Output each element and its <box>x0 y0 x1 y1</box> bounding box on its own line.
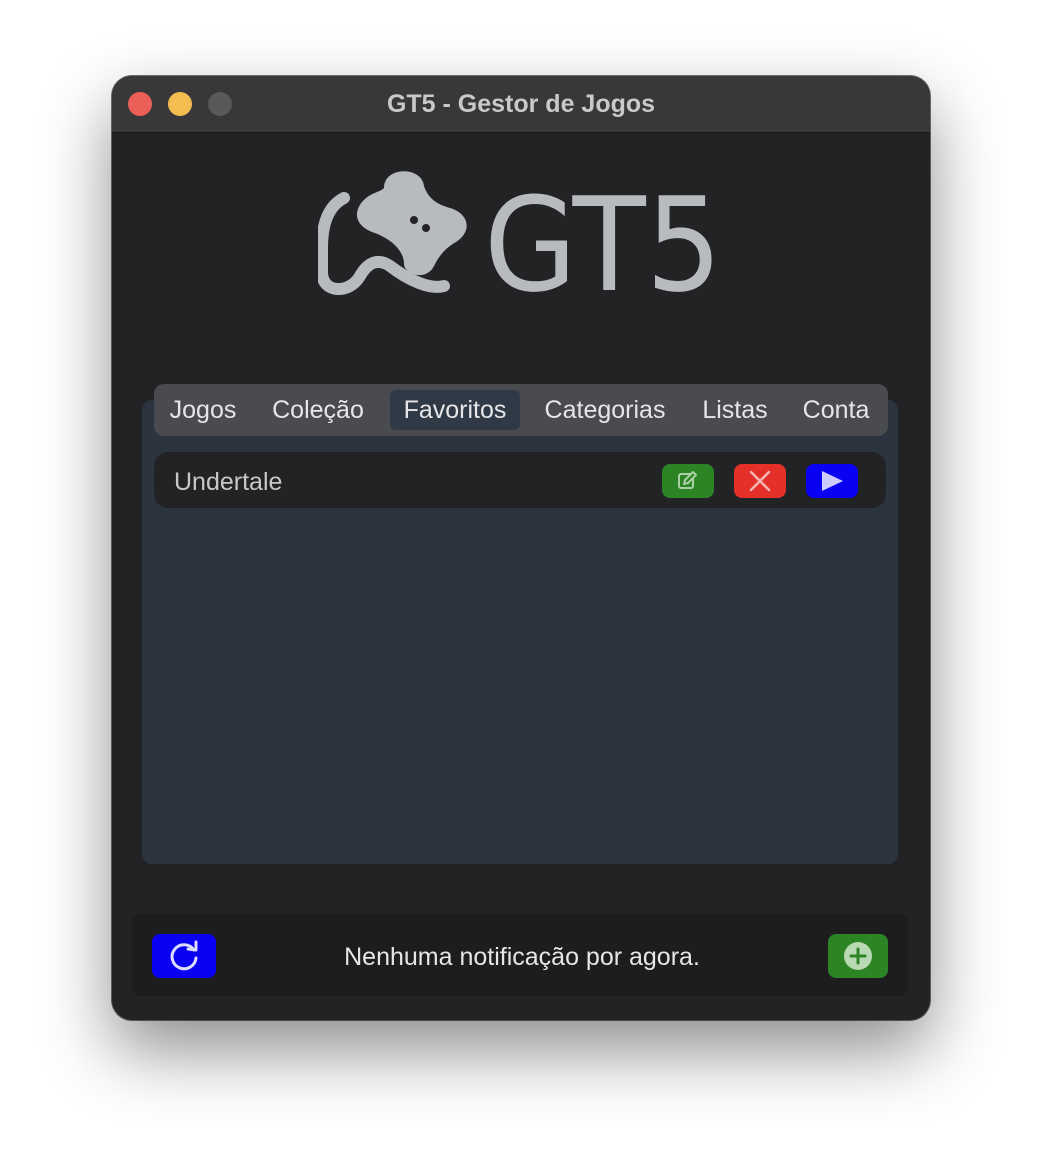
tab-colecao[interactable]: Coleção <box>262 390 374 430</box>
tab-conta[interactable]: Conta <box>792 390 880 430</box>
logo-text: GT5 <box>484 169 722 300</box>
edit-button[interactable] <box>662 464 714 498</box>
edit-icon <box>678 471 697 489</box>
status-bar: Nenhuma notificação por agora. <box>132 914 908 996</box>
window-title: GT5 - Gestor de Jogos <box>386 90 656 118</box>
refresh-button[interactable] <box>152 934 216 978</box>
tab-listas[interactable]: Listas <box>692 390 778 430</box>
tab-jogos[interactable]: Jogos <box>162 390 244 430</box>
tab-bar: Jogos Coleção Favoritos Categorias Lista… <box>154 384 888 436</box>
tab-categorias[interactable]: Categorias <box>534 390 676 430</box>
plus-circle-icon <box>844 942 872 970</box>
game-name: Undertale <box>174 468 283 496</box>
app-logo: GT5 <box>318 169 722 300</box>
app-window: GT5 - Gestor de Jogos GT5 Jogos Coleção … <box>112 76 930 1020</box>
favorite-game-row[interactable]: Undertale <box>154 452 886 508</box>
notification-text: Nenhuma notificação por agora. <box>344 943 700 971</box>
play-button[interactable] <box>806 464 858 498</box>
title-bar: GT5 - Gestor de Jogos <box>112 76 930 133</box>
remove-button[interactable] <box>734 464 786 498</box>
gamepad-icon <box>318 171 467 295</box>
add-button[interactable] <box>828 934 888 978</box>
tab-favoritos[interactable]: Favoritos <box>390 390 520 430</box>
play-icon <box>822 471 843 491</box>
refresh-icon <box>170 940 198 971</box>
close-icon <box>749 470 771 492</box>
